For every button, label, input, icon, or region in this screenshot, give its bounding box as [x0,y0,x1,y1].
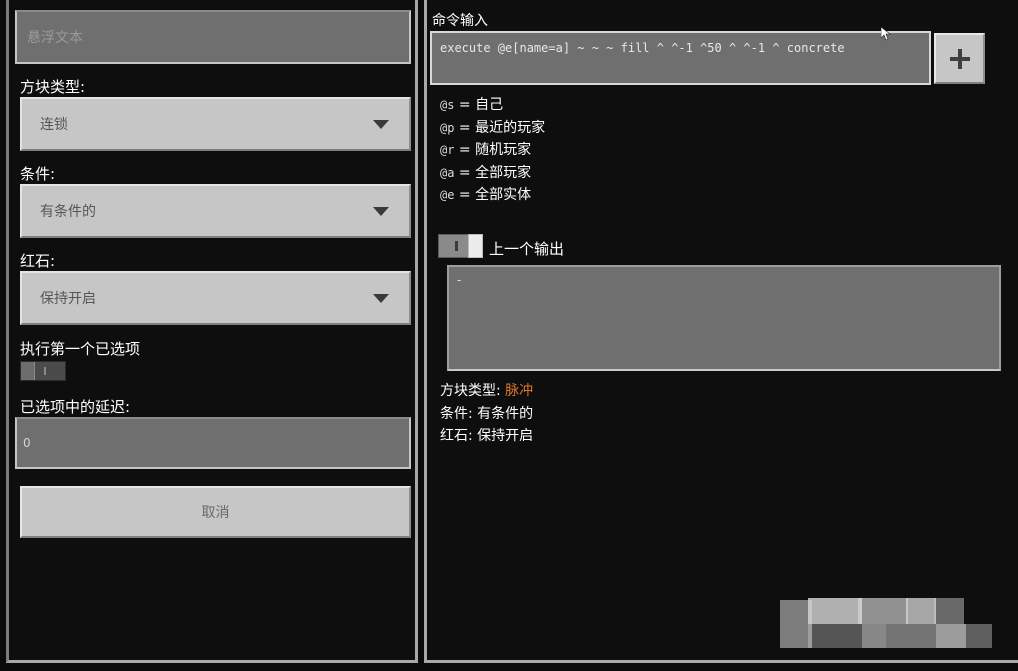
command-block-screen: 悬浮文本 方块类型: 连锁 条件: 有条件的 红石: 保持开启 执行第一个已选项… [0,0,1018,671]
delay-value: 0 [23,436,31,450]
selector-desc: = 全部实体 [458,187,532,203]
selector-desc: = 随机玩家 [458,142,532,158]
previous-output-toggle[interactable] [438,234,483,258]
status-block-type-value: 脉冲 [505,383,534,399]
redstone-value: 保持开启 [40,291,96,307]
condition-dropdown[interactable]: 有条件的 [20,184,411,238]
blur-block [808,624,862,648]
selector-desc: = 全部玩家 [458,164,532,181]
selector-code: @e [440,188,455,202]
hover-text-placeholder: 悬浮文本 [27,30,83,46]
selector-desc: = 自己 [458,97,504,113]
cancel-button[interactable]: 取消 [20,486,411,538]
chevron-down-icon [373,294,389,303]
previous-output-label: 上一个输出 [489,240,565,258]
selector-row-e: @e = 全部实体 [440,184,545,207]
selector-row-r: @r = 随机玩家 [440,139,545,162]
selector-code: @s [440,98,455,112]
plus-icon [949,48,970,69]
toggle-knob [21,362,35,380]
chevron-down-icon [373,120,389,129]
blur-block [808,598,862,624]
hover-text-input[interactable]: 悬浮文本 [15,10,411,64]
status-redstone: 红石: 保持开启 [440,428,534,444]
status-block-type-label: 方块类型: [440,383,501,399]
block-type-value: 连锁 [40,117,68,133]
execute-first-toggle[interactable] [20,361,66,381]
block-type-label: 方块类型: [20,78,86,96]
status-condition: 条件: 有条件的 [440,405,534,422]
delay-input[interactable]: 0 [15,417,411,469]
cancel-label: 取消 [201,505,230,521]
execute-first-label: 执行第一个已选项 [20,340,141,358]
add-button[interactable] [934,33,985,84]
selector-row-p: @p = 最近的玩家 [440,117,545,140]
blur-block [862,624,886,648]
selector-desc: = 最近的玩家 [458,119,546,136]
blurred-watermark [780,598,995,650]
selector-code: @p [440,120,455,135]
previous-output-box: - [447,265,1001,371]
redstone-label: 红石: [20,252,56,270]
selector-row-s: @s = 自己 [440,94,545,117]
blur-block [934,598,964,624]
selector-row-a: @a = 全部玩家 [440,162,545,185]
selector-code: @a [440,165,455,180]
blur-block [906,598,936,624]
command-text: execute @e[name=a] ~ ~ ~ fill ^ ^-1 ^50 … [440,41,845,55]
condition-label: 条件: [20,165,56,183]
cursor-icon [881,27,891,41]
status-summary: 方块类型: 脉冲 条件: 有条件的 红石: 保持开启 [440,380,533,448]
blur-block [966,624,992,648]
output-text: - [457,273,462,287]
condition-value: 有条件的 [40,204,96,220]
redstone-dropdown[interactable]: 保持开启 [20,271,411,325]
blur-block [936,624,966,648]
blur-block [886,624,936,648]
block-type-dropdown[interactable]: 连锁 [20,97,411,151]
toggle-indicator [44,367,46,375]
toggle-indicator [455,241,458,251]
blur-block [858,598,908,624]
selector-help-list: @s = 自己 @p = 最近的玩家 @r = 随机玩家 @a = 全部玩家 @… [440,94,545,207]
command-input-label: 命令输入 [432,13,488,29]
command-input[interactable]: execute @e[name=a] ~ ~ ~ fill ^ ^-1 ^50 … [430,31,931,85]
selector-code: @r [440,143,455,157]
delay-label: 已选项中的延迟: [20,398,131,416]
chevron-down-icon [373,207,389,216]
toggle-knob [468,234,483,258]
status-block-type: 方块类型: 脉冲 [440,380,533,403]
